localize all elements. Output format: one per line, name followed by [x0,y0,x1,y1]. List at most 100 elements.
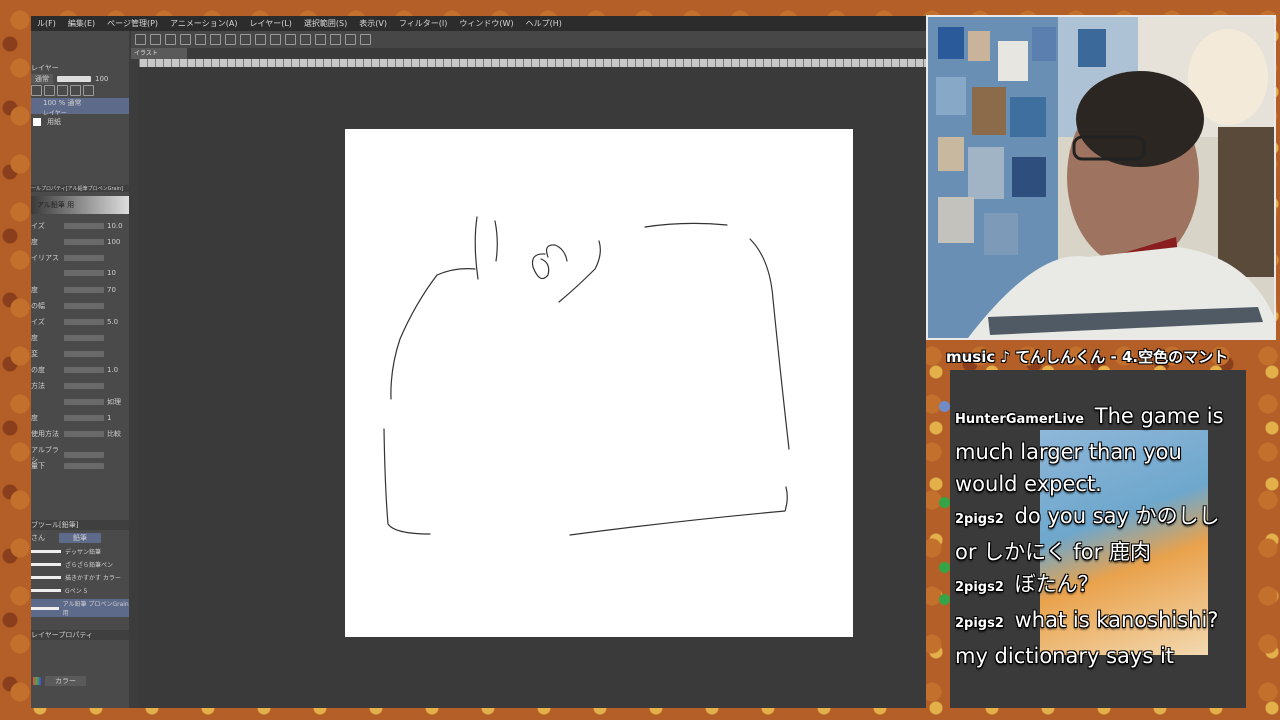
opacity-slider[interactable] [57,76,91,82]
tab-illustration[interactable]: イラスト [131,48,187,59]
property-value: 70 [107,286,116,294]
brush-item[interactable]: アル鉛筆 プロペンGrain用 [31,599,129,617]
layer-item-paper[interactable]: 用紙 [31,117,129,127]
tool-property-row[interactable]: 度1 [31,413,129,423]
menu-file[interactable]: ル(F) [31,18,62,29]
layer-item-1[interactable]: 100 % 通常 レイヤー [31,98,129,117]
menu-animation[interactable]: アニメーション(A) [164,18,243,29]
property-label: の幅 [31,302,45,310]
property-value: 比較 [107,430,121,438]
subtool-tab-1[interactable]: さん [31,533,45,543]
deselect-icon[interactable] [270,34,281,45]
tool-property-row[interactable]: 度 [31,333,129,343]
brush-item[interactable]: Gペン 5 [31,586,129,595]
property-slider[interactable] [64,223,104,229]
brush-stroke-preview [31,606,59,610]
lock-icon[interactable] [44,85,55,96]
property-slider[interactable] [64,287,104,293]
subtool-tab-2[interactable]: 鉛筆 [59,533,101,543]
brush-name: デッサン鉛筆 [65,549,102,556]
ref-icon[interactable] [70,85,81,96]
property-value: 5.0 [107,318,119,326]
undo-icon[interactable] [195,34,206,45]
subtool-tabs: さん 鉛筆 [31,533,129,543]
edit-icon[interactable] [345,34,356,45]
tool-property-row[interactable]: 度 100 [31,237,129,247]
property-slider[interactable] [64,335,104,341]
chat-username[interactable]: 2pigs2 [955,616,1004,631]
tool-property-row[interactable]: の度 1.0 [31,365,129,375]
property-slider[interactable] [64,270,104,276]
blend-mode-select[interactable]: 通常 [31,74,53,84]
chat-text: ぼたん？ [1014,572,1099,596]
brush-item[interactable]: ざらざら鉛筆ペン [31,560,129,569]
tool-property-row[interactable]: 変 [31,349,129,359]
menu-page[interactable]: ページ管理(P) [101,18,164,29]
document-tab-bar: イラスト [131,48,926,59]
drawing-canvas[interactable] [345,129,853,637]
brush-stroke-preview [31,576,61,579]
property-slider[interactable] [64,319,104,325]
tool-property-row[interactable]: イズ 10.0 [31,221,129,231]
pen-icon[interactable] [330,34,341,45]
new-layer-icon[interactable] [31,85,42,96]
property-slider[interactable] [64,399,104,405]
property-label: の度 [31,366,45,374]
redo-icon[interactable] [210,34,221,45]
ruler-icon[interactable] [315,34,326,45]
brush-item[interactable]: 描きかすかす カラー [31,573,129,582]
brush-item[interactable]: デッサン鉛筆 [31,547,129,556]
property-label: イズ [31,222,45,230]
menu-view[interactable]: 表示(V) [353,18,393,29]
tool-property-row[interactable]: 10 [31,269,129,277]
property-slider[interactable] [64,463,104,469]
menu-help[interactable]: ヘルプ(H) [520,18,568,29]
chat-username[interactable]: 2pigs2 [955,512,1004,527]
property-value: 10 [107,269,116,277]
property-slider[interactable] [64,415,104,421]
save-icon[interactable] [165,34,176,45]
tool-property-row[interactable]: 度 70 [31,285,129,295]
tool-property-row[interactable]: の幅 [31,301,129,311]
user-badge-icon [939,401,950,412]
new-file-icon[interactable] [135,34,146,45]
invert-icon[interactable] [285,34,296,45]
property-slider[interactable] [64,255,104,261]
clip-icon[interactable] [57,85,68,96]
mask-icon[interactable] [83,85,94,96]
tool-property-row[interactable]: 如理 [31,397,129,407]
color-mode-select[interactable]: カラー [45,676,86,686]
property-slider[interactable] [64,239,104,245]
property-value: 100 [107,238,121,246]
menu-selection[interactable]: 選択範囲(S) [298,18,353,29]
export-icon[interactable] [180,34,191,45]
menu-layer[interactable]: レイヤー(L) [243,18,297,29]
menu-filter[interactable]: フィルター(I) [393,18,453,29]
grid-icon[interactable] [300,34,311,45]
chat-username[interactable]: 2pigs2 [955,580,1004,595]
property-slider[interactable] [64,367,104,373]
property-slider[interactable] [64,431,104,437]
property-slider[interactable] [64,452,104,458]
layer-icons-row [31,85,129,96]
tool-property-row[interactable]: 使用方法 比較 [31,429,129,439]
tool-property-row[interactable]: イリアス [31,253,129,263]
menu-window[interactable]: ウィンドウ(W) [453,18,519,29]
clip-studio-window: ル(F) 編集(E) ページ管理(P) アニメーション(A) レイヤー(L) 選… [31,16,930,708]
property-slider[interactable] [64,351,104,357]
help-icon[interactable] [360,34,371,45]
property-slider[interactable] [64,383,104,389]
menu-edit[interactable]: 編集(E) [62,18,101,29]
crop-icon[interactable] [255,34,266,45]
brush-stroke-preview [31,550,61,553]
tool-property-row[interactable]: 量下 [31,461,129,471]
property-slider[interactable] [64,303,104,309]
open-icon[interactable] [150,34,161,45]
tool-property-row[interactable]: イズ 5.0 [31,317,129,327]
panel-splitter[interactable] [129,31,139,708]
brush-stroke-preview [31,563,61,566]
chat-username[interactable]: HunterGamerLive [955,412,1084,427]
transform-icon[interactable] [225,34,236,45]
tool-property-row[interactable]: 方法 [31,381,129,391]
fill-icon[interactable] [240,34,251,45]
